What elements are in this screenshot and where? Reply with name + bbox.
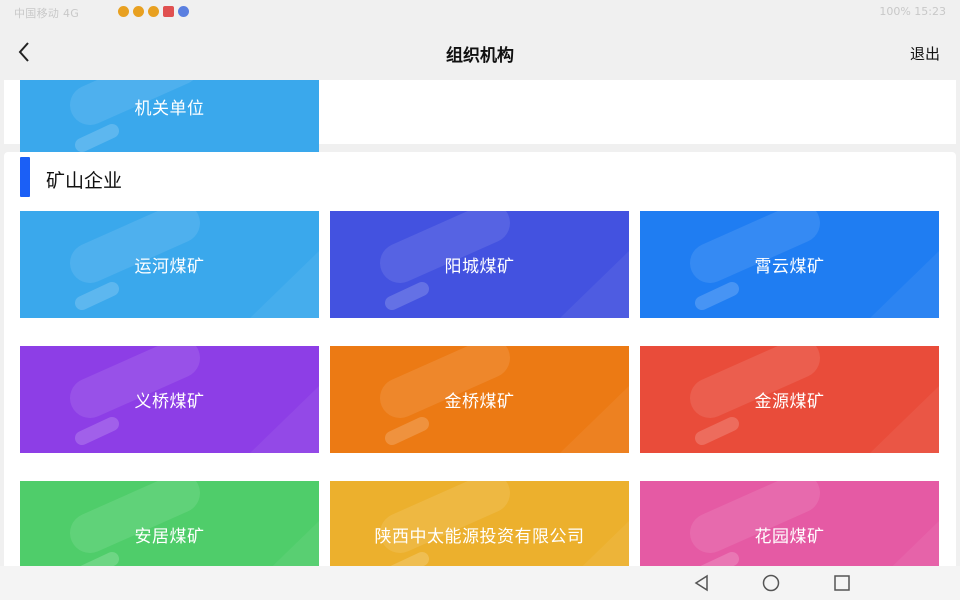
- square-recent-icon: [834, 575, 850, 591]
- tile-government-units[interactable]: 机关单位: [20, 80, 319, 160]
- triangle-back-icon: [694, 574, 708, 592]
- tile-mine[interactable]: 金源煤矿: [640, 346, 939, 453]
- tile-mine[interactable]: 阳城煤矿: [330, 211, 629, 318]
- tile-mine[interactable]: 金桥煤矿: [330, 346, 629, 453]
- status-bar: 中国移动 4G 100% 15:23: [0, 0, 960, 24]
- browser-notification-icon: [178, 6, 189, 17]
- app-header: 组织机构 退出: [0, 24, 960, 80]
- nav-home-button[interactable]: [761, 573, 781, 593]
- weibo-notification-icon: [133, 6, 144, 17]
- calendar-notification-icon: [163, 6, 174, 17]
- tile-mine[interactable]: 陕西中太能源投资有限公司: [330, 481, 629, 566]
- logout-button[interactable]: 退出: [910, 43, 940, 64]
- section-title: 矿山企业: [46, 170, 123, 192]
- system-nav-bar: [0, 566, 960, 600]
- weibo-notification-icon: [118, 6, 129, 17]
- tile-decoration: [70, 80, 194, 152]
- battery-clock-text: 100% 15:23: [879, 5, 946, 18]
- tile-mine[interactable]: 义桥煤矿: [20, 346, 319, 453]
- tile-label: 义桥煤矿: [134, 392, 205, 412]
- tile-mine[interactable]: 花园煤矿: [640, 481, 939, 566]
- government-card: 机关单位: [4, 80, 956, 160]
- tile-mine[interactable]: 霄云煤矿: [640, 211, 939, 318]
- section-accent-bar: [20, 157, 30, 197]
- notification-icons: [118, 6, 189, 17]
- tile-label: 陕西中太能源投资有限公司: [374, 527, 585, 547]
- tile-label: 运河煤矿: [134, 257, 205, 277]
- tile-label: 安居煤矿: [134, 527, 205, 547]
- tile-label: 金源煤矿: [754, 392, 825, 412]
- tile-label: 金桥煤矿: [444, 392, 515, 412]
- weibo-notification-icon: [148, 6, 159, 17]
- mining-enterprises-card: 矿山企业 运河煤矿 阳城煤矿 霄云煤矿义桥煤矿 金桥煤矿 金源煤矿安居煤矿 陕西中太能源投…: [4, 152, 956, 566]
- tile-label: 花园煤矿: [754, 527, 825, 547]
- content-scroll-area[interactable]: 机关单位 矿山企业 运河煤矿 阳城煤矿 霄云煤矿义桥煤矿 金桥煤矿 金源煤矿安居煤矿 陕西…: [0, 80, 960, 566]
- tile-label: 机关单位: [134, 99, 205, 119]
- tile-label: 霄云煤矿: [754, 257, 825, 277]
- nav-recent-button[interactable]: [832, 573, 852, 593]
- tile-mine[interactable]: 运河煤矿: [20, 211, 319, 318]
- page-title: 组织机构: [446, 46, 514, 66]
- circle-home-icon: [762, 574, 780, 592]
- tile-label: 阳城煤矿: [444, 257, 515, 277]
- tile-mine[interactable]: 安居煤矿: [20, 481, 319, 566]
- nav-back-button[interactable]: [692, 573, 712, 593]
- carrier-text: 中国移动 4G: [14, 7, 80, 20]
